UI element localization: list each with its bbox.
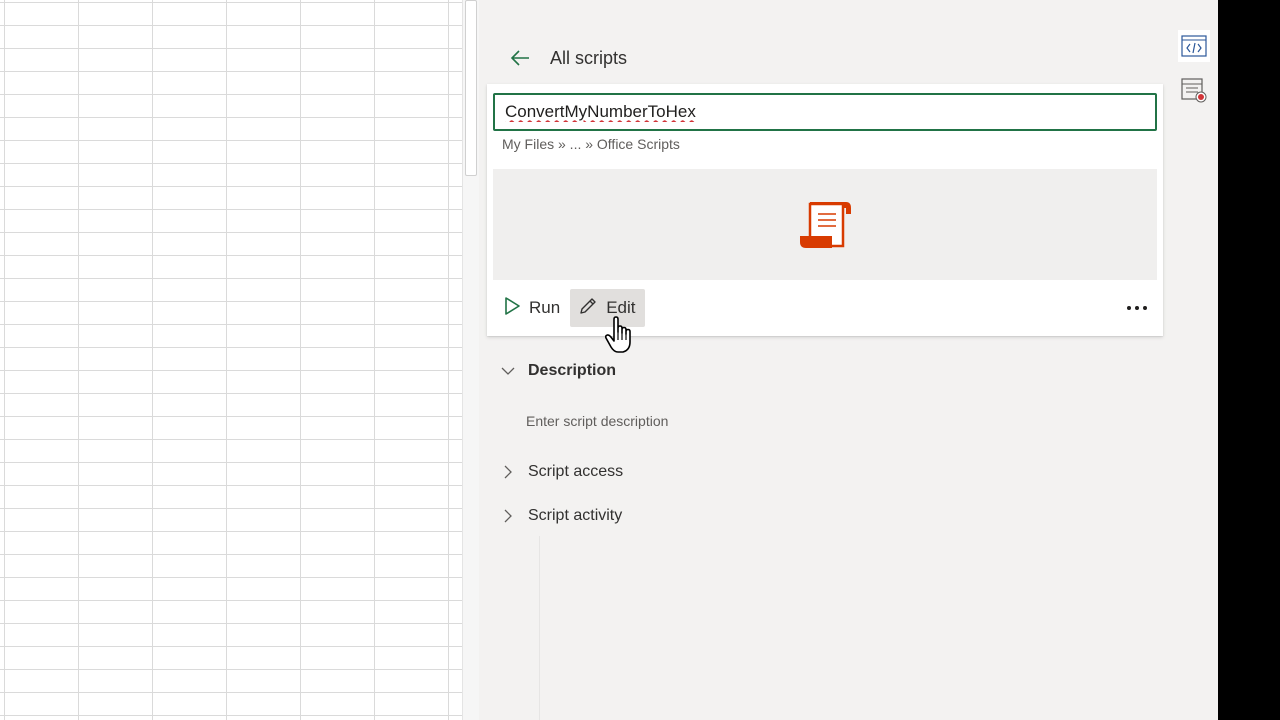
script-name-input[interactable] <box>493 93 1157 131</box>
chevron-right-icon <box>500 508 516 524</box>
back-to-all-scripts[interactable]: All scripts <box>508 44 627 72</box>
play-icon <box>503 296 521 321</box>
more-horizontal-icon[interactable] <box>1126 305 1148 311</box>
description-section-toggle[interactable]: Description <box>500 362 616 380</box>
chevron-right-icon <box>500 464 516 480</box>
script-path[interactable]: My Files » ... » Office Scripts <box>502 136 680 152</box>
script-activity-label: Script activity <box>528 507 623 524</box>
excel-app: All scripts My Files » ... » Office Scri… <box>0 0 1218 720</box>
script-activity-section-toggle[interactable]: Script activity <box>500 507 622 525</box>
chevron-down-icon <box>500 363 516 379</box>
record-actions-icon <box>1181 78 1207 103</box>
spreadsheet-grid[interactable] <box>0 0 462 720</box>
hand-cursor-icon <box>604 316 631 353</box>
description-label: Description <box>528 362 617 379</box>
script-access-label: Script access <box>528 463 624 480</box>
back-label[interactable]: All scripts <box>550 48 627 69</box>
scrollbar-thumb[interactable] <box>465 0 477 176</box>
right-rail <box>1170 0 1218 720</box>
more-options-button[interactable] <box>1123 294 1151 322</box>
code-icon <box>1181 35 1207 57</box>
arrow-left-icon[interactable] <box>508 46 532 70</box>
script-access-section-toggle[interactable]: Script access <box>500 463 623 481</box>
code-editor-button[interactable] <box>1178 30 1210 62</box>
record-actions-button[interactable] <box>1178 74 1210 106</box>
script-scroll-icon <box>800 201 851 248</box>
grid-vertical-scrollbar[interactable] <box>462 0 480 720</box>
edit-label: Edit <box>606 298 636 317</box>
activity-timeline-line <box>539 536 540 720</box>
script-preview <box>493 169 1157 280</box>
run-button[interactable]: Run <box>495 289 570 327</box>
run-label: Run <box>529 298 561 317</box>
description-input[interactable]: Enter script description <box>526 413 668 429</box>
pencil-icon <box>578 296 598 321</box>
script-card: My Files » ... » Office Scripts Run Edit <box>487 84 1163 336</box>
